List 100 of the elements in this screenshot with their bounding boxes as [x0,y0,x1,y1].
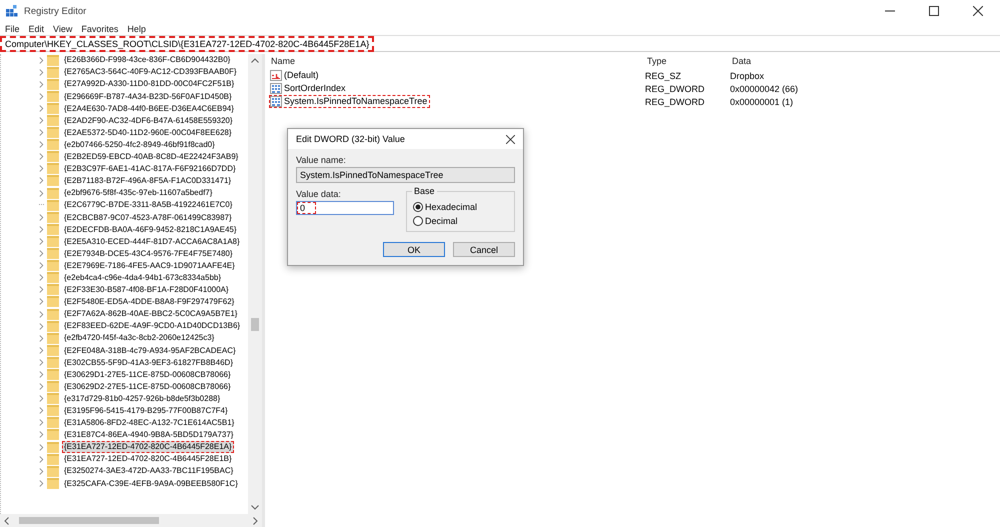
chevron-icon[interactable] [39,322,44,330]
chevron-icon[interactable] [39,480,44,487]
chevron-icon[interactable] [39,226,44,233]
tree-item[interactable]: {E2AD2F90-AC32-4DF6-B47A-61458E559320} [62,114,235,126]
tree-item[interactable]: {E2765AC3-564C-40F9-AC12-CD393FBAAB0F} [62,66,239,78]
chevron-icon[interactable] [39,153,44,160]
value-entry[interactable]: SortOrderIndex [269,82,349,94]
chevron-icon[interactable] [39,407,44,414]
chevron-icon[interactable] [39,274,44,282]
tree-item[interactable]: {E27A992D-A330-11D0-81DD-00C04FC2F51B} [62,78,236,90]
chevron-icon[interactable] [39,298,44,306]
chevron-icon[interactable] [39,383,44,390]
chevron-icon[interactable] [39,104,44,112]
tree-item[interactable]: {E2E7969E-7186-4FE5-AAC9-1D9071AAFE4E} [62,260,237,272]
chevron-icon[interactable] [39,177,44,184]
dialog-button[interactable]: OK [383,242,445,257]
column-header[interactable]: Data [732,56,852,66]
tree-item[interactable]: {E3195F96-5415-4179-B295-77F00B87C7F4} [62,405,230,417]
tree-item[interactable]: {E2F5480E-ED5A-4DDE-B8A8-F9F297479F62} [62,296,236,308]
radio-option[interactable]: Decimal [413,216,508,226]
tree-item[interactable]: {E302CB55-5F9D-41A3-9EF3-61827FB8B46D} [62,356,235,368]
tree-item[interactable]: {E2B3C97F-6AE1-41AC-817A-F6F92166D7DD} [62,163,238,175]
chevron-icon[interactable] [39,444,44,451]
tree-item[interactable]: {E296669F-B787-4A34-B23D-56F0AF1D450B} [62,90,234,102]
tree-item[interactable]: {e2eb4ca4-c96e-4da4-94b1-673c8334a5bb} [62,272,224,284]
tree-item[interactable]: {E325CAFA-C39E-4EFB-9A9A-09BEEB580F1C} [62,478,240,490]
menu-item[interactable]: File [5,24,20,34]
tree-item[interactable]: {E2F33E30-B587-4f08-BF1A-F28D0F41000A} [62,284,231,296]
chevron-icon[interactable] [39,141,44,148]
chevron-icon[interactable] [39,56,44,64]
chevron-icon[interactable] [39,334,44,342]
tree-item[interactable]: {E2CBCB87-9C07-4523-A78F-061499C83987} [62,212,234,224]
tree-item[interactable]: {e2b07466-5250-4fc2-8949-46bf91f8cad0} [62,138,217,150]
tree-item[interactable]: {e2fb4720-f45f-4a3c-8cb2-2060e12425c3} [62,332,216,344]
chevron-icon[interactable] [39,358,44,366]
tree-item[interactable]: {E3250274-3AE3-472D-AA33-7BC11F195BAC} [62,465,236,477]
radio-button[interactable] [413,202,423,212]
radio-option[interactable]: Hexadecimal [413,202,508,212]
tree-item[interactable]: {E26B366D-F998-43ce-836F-CB6D904432B0} [62,54,232,66]
tree-item[interactable]: {E30629D1-27E5-11CE-875D-00608CB78066} [62,368,233,380]
scrollbar-thumb[interactable] [251,318,259,331]
chevron-icon[interactable] [39,238,44,245]
chevron-icon[interactable] [39,468,44,475]
tree-item[interactable]: {E31A5806-8FD2-48EC-A132-7C1E614AC5B1} [62,417,236,429]
chevron-icon[interactable] [39,370,44,378]
tree-item[interactable]: {E2C6779C-B7DE-3311-8A5B-41922461E7C0} [62,199,234,211]
tree-item[interactable]: {E2B71183-B72F-496A-8F5A-F1AC0D331471} [62,175,234,187]
tree-item[interactable]: {E31E87C4-86EA-4940-9B8A-5BD5D179A737} [62,429,236,441]
folder-icon [47,320,59,332]
tree-item[interactable]: {E2DECFDB-BA0A-46F9-9452-8218C1A9AE45} [62,224,239,236]
tree-item[interactable]: {E2AE5372-5D40-11D2-960E-00C04F8EE628} [62,126,234,138]
chevron-icon[interactable] [39,395,44,402]
tree-item[interactable]: {E31EA727-12ED-4702-820C-4B6445F28E1A} [62,441,234,453]
chevron-icon[interactable] [39,431,44,438]
tree-item[interactable]: {E2F83EED-62DE-4A9F-9CD0-A1D40DCD13B6} [62,320,242,332]
column-header[interactable]: Type [647,56,732,66]
chevron-icon[interactable] [39,346,44,354]
chevron-icon[interactable] [39,214,44,221]
value-entry[interactable]: System.IsPinnedToNamespaceTree [269,94,430,108]
chevron-icon[interactable] [39,250,44,258]
menu-item[interactable]: View [53,24,72,34]
scrollbar-thumb[interactable] [19,517,159,524]
chevron-icon[interactable] [39,419,44,426]
scroll-right-icon[interactable] [253,516,258,524]
tree-item[interactable]: {e2bf9676-5f8f-435c-97eb-11607a5bedf7} [62,187,214,199]
chevron-icon[interactable] [39,456,44,463]
scroll-left-icon[interactable] [4,516,9,524]
address-field[interactable]: Computer\HKEY_CLASSES_ROOT\CLSID\{E31EA727-12ED-4702-820C-4B6445F28E1A} [0,36,374,52]
column-header[interactable]: Name [269,56,647,66]
chevron-icon[interactable] [39,190,44,197]
string-value-icon [270,70,282,80]
chevron-icon[interactable] [39,129,44,136]
chevron-icon[interactable] [39,286,44,294]
chevron-icon[interactable] [39,92,44,100]
chevron-icon[interactable] [39,117,44,124]
tree-item[interactable]: {E2A4E630-7AD8-44f0-B6EE-D36EA4C6EB94} [62,102,236,114]
tree-item[interactable]: {E2B2ED59-EBCD-40AB-8C8D-4E22424F3AB9} [62,151,240,163]
menu-item[interactable]: Edit [28,24,44,34]
value-entry[interactable]: (Default) [269,68,322,82]
scroll-up-icon[interactable] [251,58,259,63]
tree-item[interactable]: {e317d729-81b0-4257-926b-b8de5f3b0288} [62,392,222,404]
value-name-field[interactable]: System.IsPinnedToNamespaceTree [296,167,515,183]
dialog-button[interactable]: Cancel [453,242,515,257]
chevron-icon[interactable] [39,165,44,172]
tree-item[interactable]: {E2FE048A-318B-4c79-A934-95AF2BCADEAC} [62,344,238,356]
menu-item[interactable]: Help [127,24,146,34]
value-data-field[interactable]: 0 [296,201,394,215]
tree-item[interactable]: {E2E5A310-ECED-444F-81D7-ACCA6AC8A1A8} [62,236,242,248]
chevron-icon[interactable] [39,80,44,88]
chevron-icon[interactable] [39,262,44,270]
chevron-icon[interactable] [39,310,44,318]
radio-button[interactable] [413,216,423,226]
tree-item[interactable]: {E2E7934B-DCE5-43C4-9576-7FE4F75E7480} [62,248,235,260]
tree-item[interactable]: {E31EA727-12ED-4702-820C-4B6445F28E1B} [62,453,234,465]
tree-item[interactable]: {E30629D2-27E5-11CE-875D-00608CB78066} [62,380,233,392]
close-icon[interactable] [506,134,515,144]
chevron-icon[interactable] [39,68,44,76]
menu-item[interactable]: Favorites [81,24,118,34]
scroll-down-icon[interactable] [251,505,259,510]
tree-item[interactable]: {E2F7A62A-862B-40AE-BBC2-5C0CA9A5B7E1} [62,308,240,320]
